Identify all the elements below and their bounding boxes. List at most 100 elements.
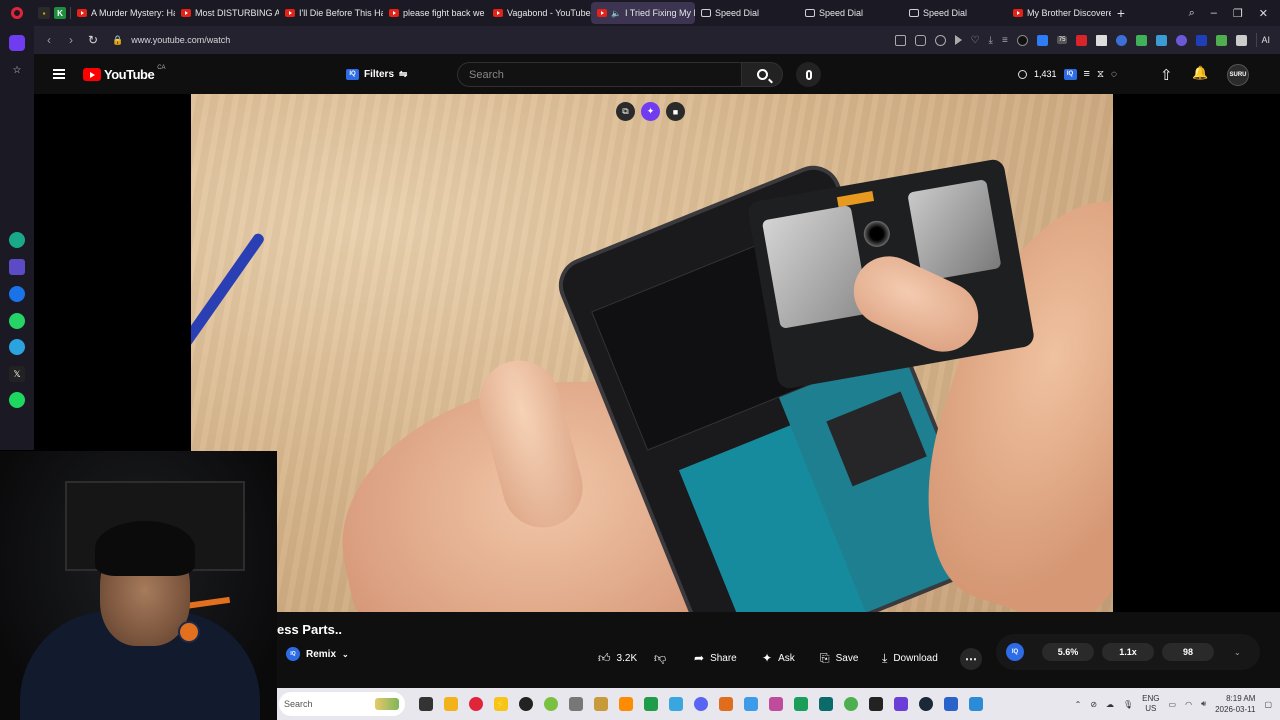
youtube-logo[interactable]: YouTube CA bbox=[83, 65, 166, 82]
home-icon[interactable] bbox=[9, 35, 25, 51]
tab[interactable]: A Murder Mystery: Haunt bbox=[71, 2, 175, 24]
chatgpt-icon[interactable] bbox=[9, 232, 25, 248]
list-icon[interactable]: ≡ bbox=[1084, 68, 1090, 80]
star-icon[interactable]: ☆ bbox=[9, 62, 25, 78]
extension-icon[interactable] bbox=[1176, 34, 1188, 46]
close-button[interactable]: ✕ bbox=[1259, 7, 1268, 20]
app-icon[interactable] bbox=[794, 697, 808, 711]
copy-icon[interactable]: ⧉ bbox=[616, 102, 635, 121]
app-icon[interactable] bbox=[744, 697, 758, 711]
iq-percent[interactable]: 5.6% bbox=[1042, 643, 1094, 661]
mic-icon[interactable]: 🎙︎ bbox=[1123, 700, 1133, 709]
share-button[interactable]: ➦ Share bbox=[688, 647, 743, 669]
cloud-icon[interactable]: ☁ bbox=[1106, 700, 1114, 709]
url-field[interactable]: www.youtube.com/watch bbox=[131, 35, 230, 45]
lightning-app-icon[interactable]: ⚡ bbox=[494, 697, 508, 711]
tab[interactable]: Vagabond - YouTube bbox=[487, 2, 591, 24]
tab[interactable]: Speed Dial bbox=[695, 2, 799, 24]
rss-icon[interactable] bbox=[1096, 34, 1108, 46]
tab[interactable]: My Brother Discovered bbox=[1007, 2, 1111, 24]
chat-icon[interactable]: ◌ bbox=[1111, 69, 1117, 80]
app-icon[interactable] bbox=[969, 697, 983, 711]
record-icon[interactable]: ■ bbox=[666, 102, 685, 121]
notification-icon[interactable]: ▢ bbox=[1264, 700, 1272, 709]
iq-icon[interactable]: IQ bbox=[1006, 643, 1024, 661]
video-player[interactable]: ⧉ ✦ ■ bbox=[191, 94, 1113, 612]
extension-icon[interactable] bbox=[1076, 34, 1088, 46]
vlc-icon[interactable] bbox=[619, 697, 633, 711]
filter-icon[interactable]: ⧖ bbox=[1097, 69, 1104, 80]
app-icon[interactable] bbox=[644, 697, 658, 711]
voice-search-button[interactable] bbox=[796, 62, 821, 87]
network-icon[interactable]: ⊘ bbox=[1090, 700, 1097, 709]
wifi-icon[interactable]: ◠ bbox=[1185, 700, 1192, 709]
chevron-up-icon[interactable]: ⌃ bbox=[1075, 700, 1082, 709]
hamburger-menu-icon[interactable] bbox=[53, 69, 65, 79]
tab[interactable]: Speed Dial bbox=[799, 2, 903, 24]
upload-icon[interactable]: ⇧ bbox=[1160, 66, 1173, 84]
extension-icon[interactable] bbox=[1036, 34, 1048, 46]
iq-icon[interactable]: IQ bbox=[1063, 68, 1077, 80]
minimize-button[interactable]: – bbox=[1211, 7, 1217, 19]
reload-button[interactable]: ↻ bbox=[82, 29, 104, 51]
iq-score[interactable]: 98 bbox=[1162, 643, 1214, 661]
app-icon[interactable] bbox=[594, 697, 608, 711]
telegram-icon[interactable] bbox=[9, 339, 25, 355]
remix-button[interactable]: IQ Remix ⌄ bbox=[286, 647, 349, 661]
opera-icon[interactable] bbox=[469, 697, 483, 711]
edit-icon[interactable] bbox=[894, 34, 906, 46]
pinned-tab-k-icon[interactable]: K bbox=[54, 7, 66, 19]
app-icon[interactable] bbox=[769, 697, 783, 711]
steam-icon[interactable] bbox=[919, 697, 933, 711]
file-explorer-icon[interactable] bbox=[444, 697, 458, 711]
language-indicator[interactable]: ENG US bbox=[1142, 694, 1159, 714]
opera-menu-button[interactable] bbox=[0, 0, 34, 26]
play-icon[interactable] bbox=[954, 35, 962, 45]
extension-badge[interactable]: 75 bbox=[1056, 36, 1068, 44]
app-icon[interactable] bbox=[869, 697, 883, 711]
extension-icon[interactable] bbox=[1216, 34, 1228, 46]
extension-icon[interactable] bbox=[1136, 34, 1148, 46]
save-button[interactable]: ⎘ Save bbox=[814, 647, 864, 669]
app-icon[interactable] bbox=[669, 697, 683, 711]
chevron-down-icon[interactable]: ⌄ bbox=[1234, 648, 1241, 657]
app-icon[interactable] bbox=[569, 697, 583, 711]
new-tab-button[interactable]: + bbox=[1111, 3, 1131, 23]
spotify-icon[interactable] bbox=[9, 392, 25, 408]
extension-icon[interactable] bbox=[1156, 34, 1168, 46]
app-icon[interactable] bbox=[719, 697, 733, 711]
download-button[interactable]: ⤓ Download bbox=[876, 647, 944, 669]
messenger-icon[interactable] bbox=[9, 286, 25, 302]
x-icon[interactable]: 𝕏 bbox=[9, 366, 25, 382]
extension-icon[interactable] bbox=[1116, 34, 1128, 46]
heart-icon[interactable]: ♡ bbox=[971, 35, 980, 46]
tab[interactable]: Speed Dial bbox=[903, 2, 1007, 24]
task-view-icon[interactable] bbox=[419, 697, 433, 711]
filters-button[interactable]: IQ Filters ⇋ bbox=[340, 63, 413, 85]
ai-button[interactable]: AI bbox=[1256, 33, 1274, 47]
ai-sparkle-icon[interactable]: ✦ bbox=[641, 102, 660, 121]
search-button[interactable] bbox=[741, 62, 783, 87]
extension-icon[interactable] bbox=[1196, 34, 1208, 46]
camera-icon[interactable] bbox=[914, 34, 926, 46]
app-icon[interactable] bbox=[944, 697, 958, 711]
app-icon[interactable] bbox=[819, 697, 833, 711]
clock[interactable]: 8:19 AM 2026-03-11 bbox=[1215, 693, 1255, 715]
whatsapp-icon[interactable] bbox=[9, 313, 25, 329]
app-icon[interactable] bbox=[544, 697, 558, 711]
ask-button[interactable]: ✦ Ask bbox=[756, 647, 801, 669]
extension-icon[interactable] bbox=[9, 259, 25, 275]
extensions-puzzle-icon[interactable] bbox=[1236, 34, 1248, 46]
back-button[interactable]: ‹ bbox=[38, 29, 60, 51]
app-icon[interactable] bbox=[844, 697, 858, 711]
tab-search-icon[interactable]: ⌕ bbox=[1189, 7, 1195, 20]
tab-active[interactable]: 🔈I Tried Fixing My Phon bbox=[591, 2, 695, 24]
app-icon[interactable] bbox=[519, 697, 533, 711]
search-input[interactable]: Search bbox=[457, 62, 742, 87]
maximize-button[interactable]: ❐ bbox=[1233, 7, 1243, 20]
shield-icon[interactable] bbox=[934, 34, 946, 46]
download-icon[interactable]: ⤓ bbox=[989, 35, 993, 46]
speaker-icon[interactable]: 🔈 bbox=[611, 9, 621, 18]
iq-speed[interactable]: 1.1x bbox=[1102, 643, 1154, 661]
tab[interactable]: I'll Die Before This Happ bbox=[279, 2, 383, 24]
